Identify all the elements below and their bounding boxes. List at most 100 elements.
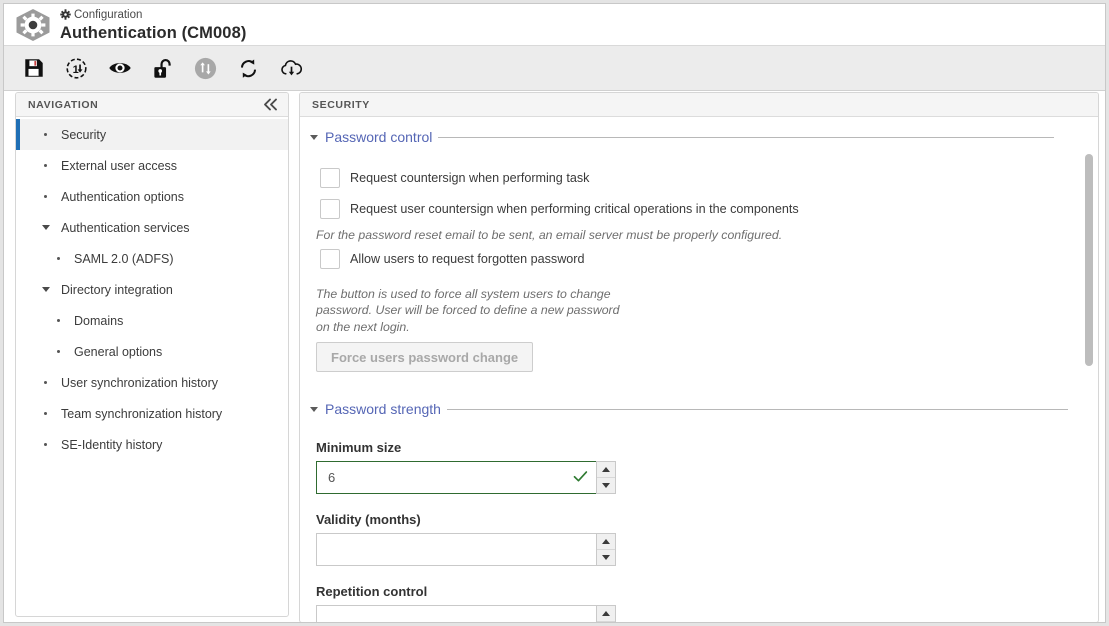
sidebar-item-team-synchronization-history[interactable]: Team synchronization history [16, 398, 288, 429]
validity-months-input[interactable] [316, 533, 596, 566]
stepper-down-button[interactable] [597, 550, 615, 565]
toolbar: 1 [4, 46, 1105, 91]
triangle-up-icon [602, 611, 610, 616]
bullet-icon [41, 412, 50, 415]
transfer-button[interactable] [184, 46, 227, 90]
repetition-control-input[interactable] [316, 605, 596, 622]
caret-down-icon[interactable] [41, 225, 50, 230]
sidebar-item-security[interactable]: Security [16, 119, 288, 150]
sidebar-item-authentication-options[interactable]: Authentication options [16, 181, 288, 212]
sidebar-item-se-identity-history[interactable]: SE-Identity history [16, 429, 288, 460]
sidebar-item-authentication-services[interactable]: Authentication services [16, 212, 288, 243]
checkbox-request-user-countersign-critical[interactable] [320, 199, 340, 219]
triangle-down-icon [602, 483, 610, 488]
bullet-icon [41, 443, 50, 446]
breadcrumb: Configuration [60, 7, 246, 22]
bullet-icon [41, 133, 50, 136]
navigation-panel: NAVIGATION Security External user access A… [15, 92, 289, 617]
force-password-hint: The button is used to force all system u… [300, 286, 1098, 336]
minimum-size-stepper [596, 461, 616, 494]
force-password-hint-line-2: password. User will be forced to define … [316, 303, 620, 317]
section-divider [446, 408, 1068, 410]
bullet-icon [41, 164, 50, 167]
stepper-up-button[interactable] [597, 462, 615, 478]
section-password-strength-title: Password strength [325, 401, 441, 417]
repetition-control-stepper [596, 605, 616, 623]
checkbox-label: Request countersign when performing task [350, 171, 590, 185]
checkbox-label: Request user countersign when performing… [350, 202, 799, 216]
application-window: Configuration Authentication (CM008) 1 N… [3, 3, 1106, 623]
sidebar-item-external-user-access[interactable]: External user access [16, 150, 288, 181]
minimum-size-value: 6 [328, 470, 336, 485]
bullet-icon [41, 381, 50, 384]
double-chevron-left-icon[interactable] [260, 95, 282, 115]
section-password-strength-header[interactable]: Password strength [300, 401, 1068, 417]
stepper-down-button[interactable] [597, 622, 615, 623]
bullet-icon [54, 319, 63, 322]
triangle-up-icon [602, 467, 610, 472]
eye-icon [108, 63, 131, 73]
stepper-up-button[interactable] [597, 606, 615, 622]
section-password-control-title: Password control [325, 129, 433, 145]
stepper-up-button[interactable] [597, 534, 615, 550]
sidebar-item-label: General options [74, 344, 163, 359]
sidebar-item-label: Authentication options [61, 189, 185, 204]
hexagon-gear-logo [14, 8, 52, 42]
gear-icon [60, 9, 71, 20]
unlock-button[interactable] [141, 46, 184, 90]
bullet-icon [41, 195, 50, 198]
title-bar: Configuration Authentication (CM008) [4, 4, 1105, 46]
sidebar-item-saml-2-0-adfs[interactable]: SAML 2.0 (ADFS) [16, 243, 288, 274]
page-title: Authentication (CM008) [60, 24, 247, 42]
sidebar-item-user-synchronization-history[interactable]: User synchronization history [16, 367, 288, 398]
checkbox-row-allow-forgotten-password[interactable]: Allow users to request forgotten passwor… [300, 246, 1098, 272]
cloud-download-button[interactable] [270, 46, 313, 90]
checkbox-request-countersign-task[interactable] [320, 168, 340, 188]
main-panel-body: Password control Request countersign whe… [300, 129, 1098, 623]
section-password-control-header[interactable]: Password control [300, 129, 1054, 145]
checkbox-row-request-countersign-task[interactable]: Request countersign when performing task [300, 165, 1098, 191]
refresh-button[interactable] [227, 46, 270, 90]
main-scrollbar-track[interactable] [1084, 132, 1095, 622]
sidebar-item-label: Team synchronization history [61, 406, 223, 421]
main-panel: SECURITY Password control Request counte… [299, 92, 1099, 623]
sidebar-item-general-options[interactable]: General options [16, 336, 288, 367]
circle-updown-arrows-icon [194, 57, 217, 79]
checkbox-row-request-user-countersign-critical[interactable]: Request user countersign when performing… [300, 196, 1098, 222]
sidebar-item-label: SAML 2.0 (ADFS) [74, 251, 174, 266]
sidebar-item-directory-integration[interactable]: Directory integration [16, 274, 288, 305]
navigation-header: NAVIGATION [16, 93, 288, 117]
bullet-icon [54, 257, 63, 260]
save-button[interactable] [12, 46, 55, 90]
revision-button[interactable]: 1 [55, 46, 98, 90]
caret-down-icon[interactable] [310, 406, 318, 412]
sidebar-item-label: External user access [61, 158, 178, 173]
stepper-down-button[interactable] [597, 478, 615, 493]
sidebar-item-label: Security [61, 127, 107, 142]
main-scrollbar-thumb[interactable] [1085, 154, 1093, 366]
caret-down-icon[interactable] [41, 287, 50, 292]
navigation-list: Security External user access Authenticati… [16, 117, 288, 460]
label-minimum-size: Minimum size [316, 440, 402, 455]
force-password-hint-line-3: on the next login. [316, 319, 410, 334]
triangle-up-icon [602, 539, 610, 544]
field-validity-months [316, 533, 616, 566]
sidebar-item-label: Directory integration [61, 282, 173, 297]
main-panel-title: SECURITY [312, 98, 370, 111]
minimum-size-input[interactable]: 6 [316, 461, 596, 494]
sidebar-item-label: User synchronization history [61, 375, 219, 390]
sidebar-item-label: Authentication services [61, 220, 190, 235]
svg-text:1: 1 [73, 63, 79, 75]
validity-months-stepper [596, 533, 616, 566]
view-button[interactable] [98, 46, 141, 90]
field-minimum-size: 6 [316, 461, 616, 494]
checkbox-allow-forgotten-password[interactable] [320, 248, 340, 269]
caret-down-icon[interactable] [310, 134, 318, 140]
title-group: Configuration Authentication (CM008) [60, 7, 246, 43]
force-users-password-change-button[interactable]: Force users password change [316, 342, 534, 372]
sidebar-item-domains[interactable]: Domains [16, 305, 288, 336]
force-password-hint-line-1: The button is used to force all system u… [316, 286, 611, 301]
field-repetition-control [316, 605, 616, 623]
label-validity-months: Validity (months) [316, 512, 421, 527]
label-repetition-control: Repetition control [316, 584, 428, 599]
